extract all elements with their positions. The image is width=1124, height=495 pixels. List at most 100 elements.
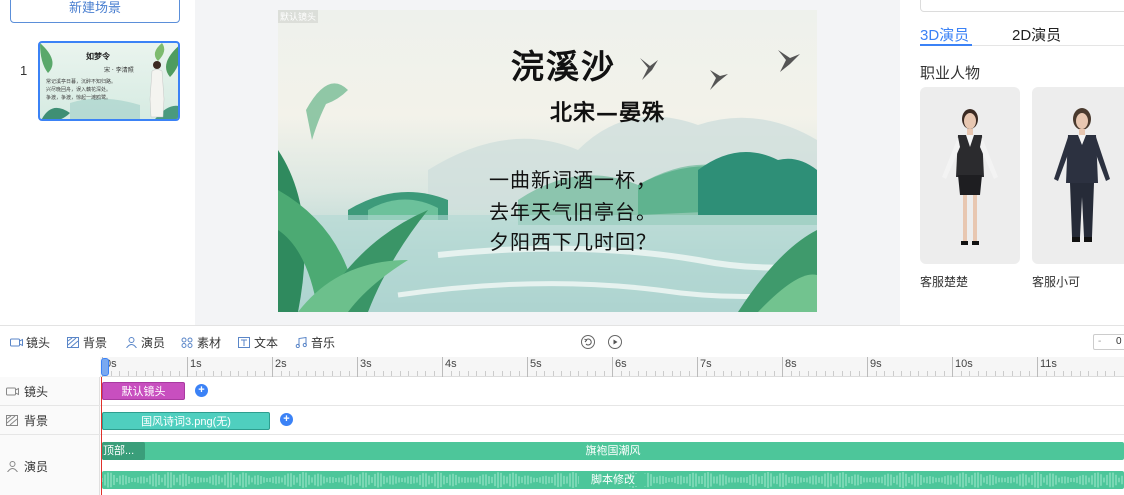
- tab-3d-actors[interactable]: 3D演员: [920, 24, 969, 45]
- toolbar-label: 背景: [83, 336, 108, 350]
- ruler-minor-tick: [629, 371, 630, 376]
- timeline: 0s 1s 2s 3s 4s 5s 6s 7s 8s 9s 10s 11s 镜头 背景 演员 默认镜头…: [0, 357, 1124, 495]
- text-icon: [238, 337, 250, 348]
- ruler-minor-tick: [646, 371, 647, 376]
- toolbar-background[interactable]: 背景: [67, 334, 107, 351]
- ruler-tick: [272, 357, 273, 377]
- ruler-minor-tick: [476, 371, 477, 376]
- ruler-minor-tick: [943, 371, 945, 376]
- zoom-stepper[interactable]: - 0: [1093, 334, 1124, 350]
- ruler-tick: [697, 357, 698, 377]
- poem-title: 浣溪沙: [511, 47, 616, 86]
- actor-figure-chuchu: [942, 109, 998, 245]
- camera-clip[interactable]: 默认镜头: [102, 382, 185, 400]
- actor-card-chuchu[interactable]: [920, 87, 1020, 264]
- ruler-minor-tick: [969, 371, 970, 376]
- ruler-minor-tick: [773, 371, 775, 376]
- active-tab-indicator: [920, 44, 972, 46]
- play-button[interactable]: [608, 335, 622, 349]
- ruler-minor-tick: [578, 371, 579, 376]
- ruler-minor-tick: [722, 371, 724, 376]
- track-label-actor: 演员: [6, 458, 48, 475]
- add-background-clip-button[interactable]: +: [280, 413, 293, 426]
- ruler-minor-tick: [850, 371, 851, 376]
- ruler-minor-tick: [705, 371, 707, 376]
- thumbnail-line: 兴尽晚回舟，误入藕花深处。: [46, 87, 112, 93]
- ruler-minor-tick: [493, 371, 494, 376]
- editor-toolbar: 镜头 背景 演员 素材 文本 音乐 - 0: [0, 325, 1124, 357]
- ruler-minor-tick: [467, 371, 469, 376]
- ruler-minor-tick: [1071, 371, 1072, 376]
- ruler-minor-tick: [306, 371, 307, 376]
- ruler-minor-tick: [935, 371, 936, 376]
- scene-stage[interactable]: 默认镜头 浣溪沙 北宋—晏殊 一曲新词酒一杯， 去年天气旧亭台。 夕阳西下几时回…: [278, 10, 817, 312]
- ruler-tick-label: 4s: [445, 358, 457, 370]
- background-clip[interactable]: 国风诗词3.png(无): [102, 412, 270, 430]
- toolbar-text[interactable]: 文本: [238, 334, 278, 351]
- actor-script-clip[interactable]: 脚本修改: [102, 471, 1124, 489]
- search-input[interactable]: [920, 0, 1124, 12]
- zoom-minus-button[interactable]: -: [1098, 335, 1101, 349]
- ruler-tick-label: 8s: [785, 358, 797, 370]
- actor-action-clip[interactable]: 顶部...: [102, 442, 145, 460]
- ruler-minor-tick: [561, 371, 562, 376]
- zoom-value: 0: [1116, 336, 1122, 347]
- ruler-minor-tick: [1088, 371, 1089, 376]
- ruler-minor-tick: [875, 371, 877, 376]
- background-icon: [67, 337, 79, 348]
- ruler-tick-label: 10s: [955, 358, 973, 370]
- toolbar-camera[interactable]: 镜头: [10, 334, 50, 351]
- ruler-minor-tick: [833, 371, 834, 376]
- ruler-minor-tick: [909, 371, 911, 376]
- ruler-minor-tick: [620, 371, 622, 376]
- play-icon: [613, 339, 618, 345]
- ruler-tick: [782, 357, 783, 377]
- ruler-minor-tick: [799, 371, 800, 376]
- ruler-minor-tick: [280, 371, 282, 376]
- ruler-minor-tick: [127, 371, 129, 376]
- thumbnail-author: 宋 · 李清照: [104, 67, 134, 74]
- ruler-minor-tick: [1020, 371, 1021, 376]
- add-camera-clip-button[interactable]: +: [195, 384, 208, 397]
- playhead-handle[interactable]: [101, 358, 109, 376]
- ruler-tick: [187, 357, 188, 377]
- actor-name: 客服楚楚: [920, 275, 969, 289]
- new-scene-button[interactable]: 新建场景: [10, 0, 180, 23]
- ruler-minor-tick: [314, 371, 316, 376]
- toolbar-label: 音乐: [311, 336, 336, 350]
- tab-2d-actors[interactable]: 2D演员: [1012, 24, 1061, 45]
- ruler-tick: [527, 357, 528, 377]
- time-ruler[interactable]: 0s 1s 2s 3s 4s 5s 6s 7s 8s 9s 10s 11s: [100, 357, 1124, 377]
- ruler-tick: [952, 357, 953, 377]
- ruler-minor-tick: [399, 371, 401, 376]
- ruler-minor-tick: [153, 371, 154, 376]
- ruler-minor-tick: [501, 371, 503, 376]
- scene-thumbnail[interactable]: 如梦令 宋 · 李清照 常记溪亭日暮，沉醉不知归路。 兴尽晚回舟，误入藕花深处。…: [38, 41, 180, 121]
- thumbnail-title: 如梦令: [86, 51, 110, 61]
- ruler-minor-tick: [1028, 371, 1030, 376]
- ruler-minor-tick: [926, 371, 928, 376]
- undo-button[interactable]: [581, 335, 595, 349]
- toolbar-music[interactable]: 音乐: [295, 334, 335, 351]
- ruler-minor-tick: [323, 371, 324, 376]
- ruler-minor-tick: [1096, 371, 1098, 376]
- ruler-minor-tick: [731, 371, 732, 376]
- ruler-minor-tick: [569, 371, 571, 376]
- actor-card-xiaoke[interactable]: [1032, 87, 1124, 264]
- ruler-minor-tick: [1079, 371, 1081, 376]
- ruler-minor-tick: [918, 371, 919, 376]
- toolbar-material[interactable]: 素材: [181, 334, 221, 351]
- ruler-minor-tick: [654, 371, 656, 376]
- ruler-minor-tick: [408, 371, 409, 376]
- ruler-minor-tick: [603, 371, 605, 376]
- actor-costume-clip[interactable]: 旗袍国潮风: [102, 442, 1124, 460]
- ruler-minor-tick: [1054, 371, 1055, 376]
- toolbar-label: 素材: [197, 336, 222, 350]
- ruler-minor-tick: [1003, 371, 1004, 376]
- track-label-text: 镜头: [24, 385, 49, 399]
- camera-icon: [6, 387, 19, 396]
- toolbar-actor[interactable]: 演员: [125, 334, 165, 351]
- ruler-minor-tick: [365, 371, 367, 376]
- track-label-background: 背景: [6, 412, 48, 429]
- toolbar-label: 文本: [254, 336, 279, 350]
